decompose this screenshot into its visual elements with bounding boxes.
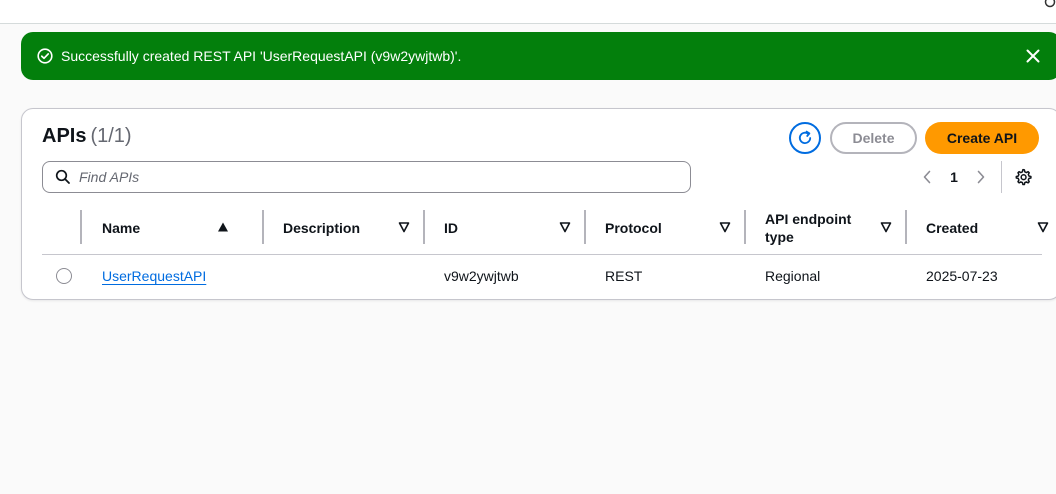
search-input[interactable] (79, 169, 659, 185)
gear-icon[interactable] (1013, 167, 1033, 187)
column-separator[interactable] (905, 210, 907, 244)
chevron-left-icon[interactable] (918, 168, 936, 186)
api-endpoint-type: Regional (765, 268, 821, 284)
sort-ascending-icon[interactable] (217, 221, 229, 233)
row-select-radio[interactable] (56, 268, 72, 284)
pagination: 1 (918, 165, 990, 189)
column-separator[interactable] (423, 210, 425, 244)
api-protocol: REST (605, 268, 643, 284)
sort-icon[interactable] (398, 221, 410, 233)
refresh-icon (797, 130, 813, 146)
column-header-label: Description (283, 220, 361, 236)
column-separator[interactable] (262, 210, 264, 244)
column-separator[interactable] (80, 210, 82, 244)
table-header: Name Description ID Protocol API endpoin… (42, 205, 1049, 255)
chevron-right-icon[interactable] (972, 168, 990, 186)
column-header-created[interactable]: Created (926, 205, 1026, 251)
column-header-label: API endpoint type (765, 211, 852, 245)
sort-icon[interactable] (880, 221, 892, 233)
table-row[interactable]: UserRequestAPI v9w2ywjtwb REST Regional … (42, 256, 1042, 296)
column-header-label: Protocol (605, 220, 662, 236)
panel-count: (1/1) (90, 125, 132, 147)
pager-divider (1001, 161, 1002, 193)
current-page-number[interactable]: 1 (936, 169, 972, 185)
search-box (42, 161, 691, 193)
api-id: v9w2ywjtwb (444, 268, 519, 284)
flash-message: Successfully created REST API 'UserReque… (61, 48, 462, 64)
sort-icon[interactable] (1037, 221, 1049, 233)
column-header-label: Name (102, 220, 141, 236)
column-separator[interactable] (744, 210, 746, 244)
column-header-api-endpoint-type[interactable]: API endpoint type (765, 205, 865, 251)
check-circle-icon (37, 48, 53, 64)
panel-title-text: APIs (42, 125, 87, 147)
delete-button[interactable]: Delete (830, 122, 917, 154)
column-separator[interactable] (584, 210, 586, 244)
create-api-button[interactable]: Create API (925, 122, 1039, 154)
api-name-link[interactable]: UserRequestAPI (102, 268, 206, 284)
close-icon[interactable] (1023, 46, 1043, 66)
refresh-button[interactable] (789, 122, 821, 154)
search-icon (55, 169, 71, 185)
extension-icon[interactable] (1042, 0, 1056, 10)
browser-top-bar (0, 0, 1056, 24)
column-header-label: ID (444, 220, 458, 236)
column-header-label: Created (926, 220, 979, 236)
success-flash-banner: Successfully created REST API 'UserReque… (21, 32, 1056, 80)
sort-icon[interactable] (719, 221, 731, 233)
panel-title: APIs (1/1) (42, 125, 132, 148)
sort-icon[interactable] (559, 221, 571, 233)
api-created-date: 2025-07-23 (926, 268, 998, 284)
apis-table-container: APIs (1/1) Delete Create API 1 (21, 108, 1056, 300)
